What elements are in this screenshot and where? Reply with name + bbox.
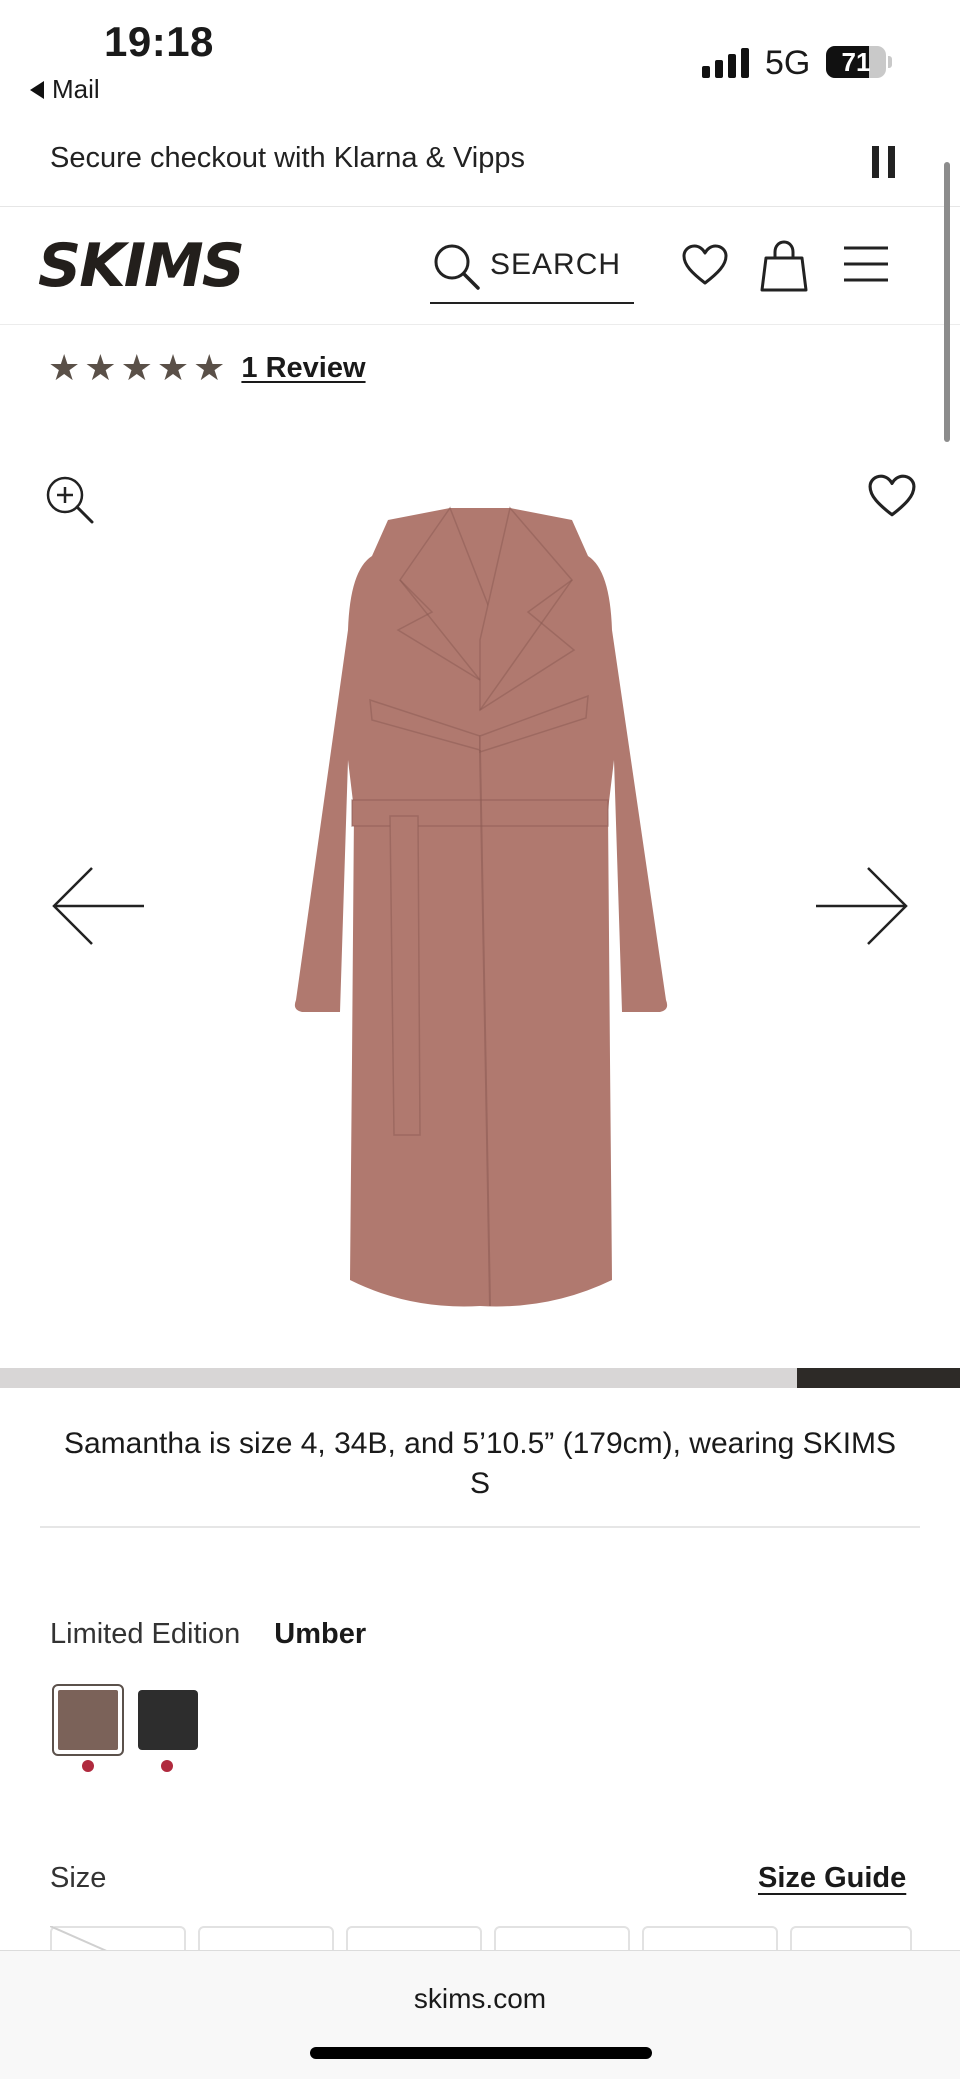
- battery-cap: [888, 56, 892, 68]
- search-label: SEARCH: [490, 248, 622, 281]
- search-icon: [434, 244, 480, 290]
- battery-icon: 71: [826, 46, 886, 78]
- star-icon: ★: [84, 347, 117, 388]
- gallery-progress-bar: [0, 1368, 960, 1388]
- swatch-fill: [58, 1690, 118, 1750]
- low-stock-dot: [82, 1760, 94, 1772]
- browser-address-bar[interactable]: skims.com: [0, 1950, 960, 2079]
- color-edition-label: Limited Edition: [50, 1618, 241, 1650]
- divider: [40, 1526, 920, 1528]
- color-swatch-dark[interactable]: [138, 1690, 198, 1750]
- star-icon: ★: [48, 347, 81, 388]
- back-triangle-icon: [30, 80, 44, 99]
- promo-banner: Secure checkout with Klarna & Vipps: [0, 122, 960, 207]
- network-label: 5G: [765, 44, 811, 82]
- url-text[interactable]: skims.com: [0, 1983, 960, 2015]
- arrow-left-icon[interactable]: [50, 866, 146, 946]
- reviews-link[interactable]: 1 Review: [241, 352, 365, 385]
- color-selector-header: Limited Edition Umber: [50, 1618, 366, 1651]
- site-header: SKIMS SEARCH: [0, 206, 960, 325]
- page-scrollbar[interactable]: [944, 162, 950, 442]
- size-guide-link[interactable]: Size Guide: [758, 1862, 906, 1895]
- signal-icon: [702, 46, 749, 78]
- skims-logo[interactable]: SKIMS: [38, 231, 278, 301]
- promo-text: Secure checkout with Klarna & Vipps: [50, 142, 526, 174]
- back-app-label: Mail: [52, 74, 100, 104]
- wishlist-heart-icon[interactable]: }: [868, 474, 916, 518]
- back-to-mail-button[interactable]: Mail: [30, 74, 100, 105]
- color-swatch-umber[interactable]: [52, 1684, 124, 1756]
- star-icon: ★: [156, 347, 190, 388]
- low-stock-dot: [161, 1760, 173, 1772]
- bag-icon[interactable]: [760, 240, 808, 292]
- product-image-trench-coat[interactable]: [280, 500, 680, 1320]
- home-indicator[interactable]: [310, 2047, 652, 2059]
- coat-belt-tail: [389, 815, 421, 1136]
- arrow-right-icon[interactable]: [814, 866, 910, 946]
- search-button[interactable]: SEARCH: [430, 234, 634, 304]
- pause-icon[interactable]: [872, 146, 898, 178]
- heart-icon[interactable]: [682, 244, 728, 286]
- star-icon: ★: [193, 347, 226, 388]
- rating-stars: ★ ★ ★ ★ ★: [48, 350, 225, 386]
- gallery-progress-fill: [796, 1368, 960, 1388]
- status-time: 19:18: [104, 18, 214, 65]
- logo-text: SKIMS: [38, 232, 243, 296]
- size-label: Size: [50, 1862, 107, 1894]
- model-size-info: Samantha is size 4, 34B, and 5’10.5” (17…: [63, 1427, 897, 1500]
- selected-color-name: Umber: [274, 1618, 367, 1650]
- zoom-in-icon[interactable]: [44, 474, 96, 526]
- product-rating: ★ ★ ★ ★ ★ 1 Review: [48, 350, 366, 386]
- star-icon: ★: [120, 347, 153, 388]
- menu-icon[interactable]: [842, 244, 890, 284]
- battery-percent: 71: [841, 47, 871, 77]
